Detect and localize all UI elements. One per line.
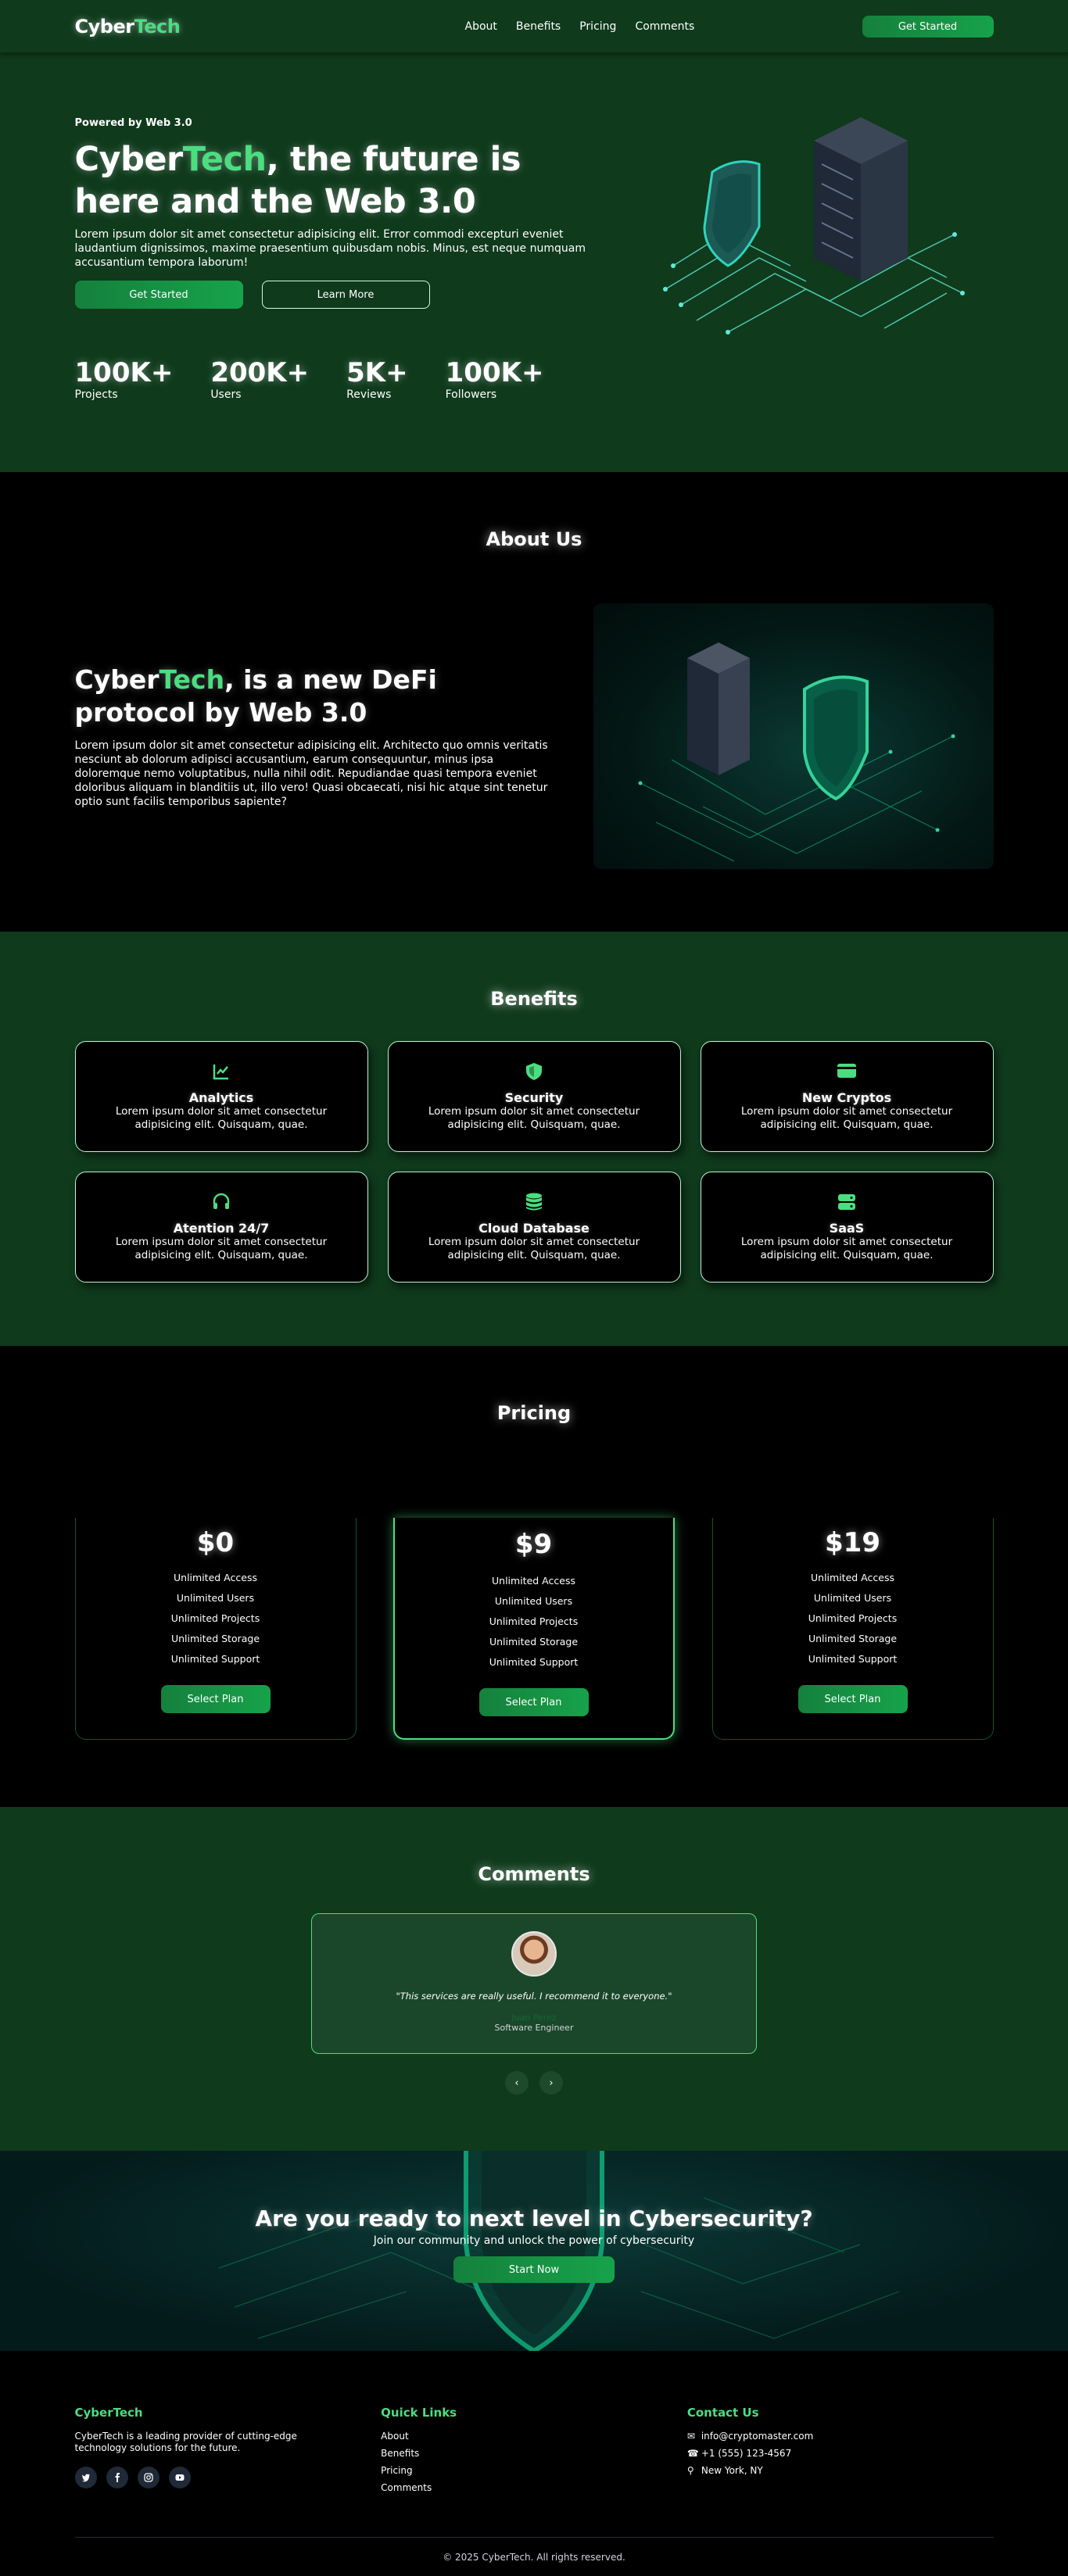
hero-section: Powered by Web 3.0 CyberTech, the future… bbox=[0, 0, 1068, 472]
hero-title: CyberTech, the future is here and the We… bbox=[74, 140, 521, 221]
plan-card-pro: $19 Unlimited Access Unlimited Users Unlim… bbox=[711, 1518, 994, 1740]
stat-projects: 100K+ Projects bbox=[74, 357, 174, 401]
contact-title: Contact Us bbox=[686, 2406, 759, 2420]
nav-get-started-button[interactable]: Get Started bbox=[862, 16, 994, 38]
cta-background bbox=[218, 2151, 900, 2351]
about-text: Lorem ipsum dolor sit amet consectetur a… bbox=[74, 739, 548, 808]
testimonial-role: Software Engineer bbox=[494, 2023, 574, 2033]
stat-followers: 100K+ Followers bbox=[445, 357, 544, 401]
plan-price: $19 bbox=[825, 1527, 880, 1558]
learn-more-button[interactable]: Learn More bbox=[261, 281, 430, 309]
footer-contact: Contact Us ✉ info@cryptomaster.com ☎ +1 (5… bbox=[687, 2406, 994, 2499]
hero-description: Lorem ipsum dolor sit amet consectetur a… bbox=[74, 228, 586, 269]
logo-text-a: Cyber bbox=[74, 16, 135, 38]
contact-phone[interactable]: ☎ +1 (555) 123-4567 bbox=[687, 2448, 994, 2465]
select-plan-button[interactable]: Select Plan bbox=[160, 1685, 271, 1713]
plan-price: $9 bbox=[514, 1529, 553, 1560]
database-icon bbox=[525, 1193, 543, 1215]
envelope-icon: ✉ bbox=[686, 2431, 695, 2442]
credit-card-icon bbox=[837, 1062, 857, 1084]
youtube-icon[interactable] bbox=[168, 2467, 191, 2488]
plan-card-basic: $9 Unlimited Access Unlimited Users Unlimi… bbox=[392, 1518, 675, 1740]
stats-row: 100K+ Projects 200K+ Users 5K+ Reviews 100K… bbox=[75, 357, 994, 401]
benefit-card-analytics: Analytics Lorem ipsum dolor sit amet con… bbox=[74, 1041, 368, 1152]
phone-icon: ☎ bbox=[686, 2448, 699, 2459]
hero-illustration bbox=[662, 117, 965, 335]
cta-section: Are you ready to next level in Cybersecu… bbox=[0, 2151, 1068, 2351]
contact-email[interactable]: ✉ info@cryptomaster.com bbox=[687, 2431, 994, 2448]
avatar bbox=[511, 1931, 557, 1977]
nav-link-benefits[interactable]: Benefits bbox=[516, 20, 561, 33]
copyright: © 2025 CyberTech. All rights reserved. bbox=[74, 2537, 994, 2563]
benefits-section: Benefits Analytics Lorem ipsum dolor sit… bbox=[0, 932, 1068, 1346]
about-section: About Us CyberTech, is a new DeFi protoc… bbox=[0, 472, 1068, 932]
select-plan-button[interactable]: Select Plan bbox=[478, 1688, 589, 1716]
instagram-icon[interactable] bbox=[137, 2467, 159, 2488]
nav-links: About Benefits Pricing Comments bbox=[465, 20, 695, 33]
benefit-card-security: Security Lorem ipsum dolor sit amet cons… bbox=[387, 1041, 681, 1152]
footer-link-benefits[interactable]: Benefits bbox=[381, 2448, 687, 2465]
stat-reviews: 5K+ Reviews bbox=[346, 357, 408, 401]
cta-title: Are you ready to next level in Cybersecu… bbox=[255, 2206, 813, 2231]
facebook-icon[interactable] bbox=[106, 2467, 128, 2488]
carousel-next-button[interactable]: › bbox=[539, 2071, 563, 2095]
plan-card-free: $0 Unlimited Access Unlimited Users Unlimi… bbox=[74, 1518, 357, 1740]
logo[interactable]: CyberTech bbox=[75, 16, 181, 38]
footer-description: CyberTech is a leading provider of cutti… bbox=[74, 2431, 297, 2453]
benefits-title: Benefits bbox=[490, 988, 578, 1010]
quick-links-title: Quick Links bbox=[381, 2406, 457, 2420]
pricing-title: Pricing bbox=[496, 1402, 572, 1424]
plan-price: $0 bbox=[196, 1527, 235, 1558]
comments-title: Comments bbox=[478, 1863, 590, 1885]
hero-get-started-button[interactable]: Get Started bbox=[74, 281, 243, 309]
stat-users: 200K+ Users bbox=[210, 357, 310, 401]
benefit-card-new-cryptos: New Cryptos Lorem ipsum dolor sit amet c… bbox=[700, 1041, 994, 1152]
benefit-card-saas: SaaS Lorem ipsum dolor sit amet consecte… bbox=[700, 1172, 994, 1283]
shield-icon bbox=[525, 1062, 543, 1084]
testimonial-quote: "This services are really useful. I reco… bbox=[396, 1991, 672, 2002]
cta-text: Join our community and unlock the power … bbox=[373, 2234, 695, 2247]
logo-text-b: Tech bbox=[134, 16, 181, 38]
twitter-icon[interactable] bbox=[74, 2467, 97, 2488]
chart-line-icon bbox=[212, 1062, 231, 1084]
footer: CyberTech CyberTech is a leading provide… bbox=[0, 2351, 1068, 2571]
about-title: About Us bbox=[486, 528, 582, 550]
footer-link-comments[interactable]: Comments bbox=[381, 2482, 687, 2499]
about-image bbox=[593, 603, 994, 869]
footer-quick-links: Quick Links About Benefits Pricing Comme… bbox=[381, 2406, 687, 2499]
testimonial-author: Juan Perez bbox=[511, 2012, 557, 2023]
nav-link-pricing[interactable]: Pricing bbox=[579, 20, 616, 33]
pricing-section: Pricing $0 Unlimited Access Unlimited Use… bbox=[0, 1346, 1068, 1807]
select-plan-button[interactable]: Select Plan bbox=[797, 1685, 908, 1713]
comments-section: Comments "This services are really usefu… bbox=[0, 1807, 1068, 2151]
location-pin-icon: ⚲ bbox=[686, 2465, 694, 2476]
footer-link-pricing[interactable]: Pricing bbox=[381, 2465, 687, 2482]
about-heading: CyberTech, is a new DeFi protocol by Web… bbox=[74, 664, 437, 728]
footer-link-about[interactable]: About bbox=[381, 2431, 687, 2448]
nav-link-comments[interactable]: Comments bbox=[635, 20, 694, 33]
start-now-button[interactable]: Start Now bbox=[453, 2256, 615, 2283]
nav-link-about[interactable]: About bbox=[465, 20, 497, 33]
benefit-card-attention: Atention 24/7 Lorem ipsum dolor sit amet… bbox=[74, 1172, 368, 1283]
navbar: CyberTech About Benefits Pricing Comment… bbox=[0, 0, 1068, 53]
carousel-prev-button[interactable]: ‹ bbox=[505, 2071, 529, 2095]
testimonial-card: "This services are really useful. I reco… bbox=[311, 1913, 757, 2054]
headset-icon bbox=[212, 1193, 231, 1215]
benefit-card-cloud-database: Cloud Database Lorem ipsum dolor sit ame… bbox=[387, 1172, 681, 1283]
server-icon bbox=[837, 1193, 856, 1215]
footer-brand: CyberTech bbox=[74, 2406, 143, 2420]
footer-about: CyberTech CyberTech is a leading provide… bbox=[74, 2406, 382, 2499]
contact-location: ⚲ New York, NY bbox=[686, 2465, 763, 2476]
